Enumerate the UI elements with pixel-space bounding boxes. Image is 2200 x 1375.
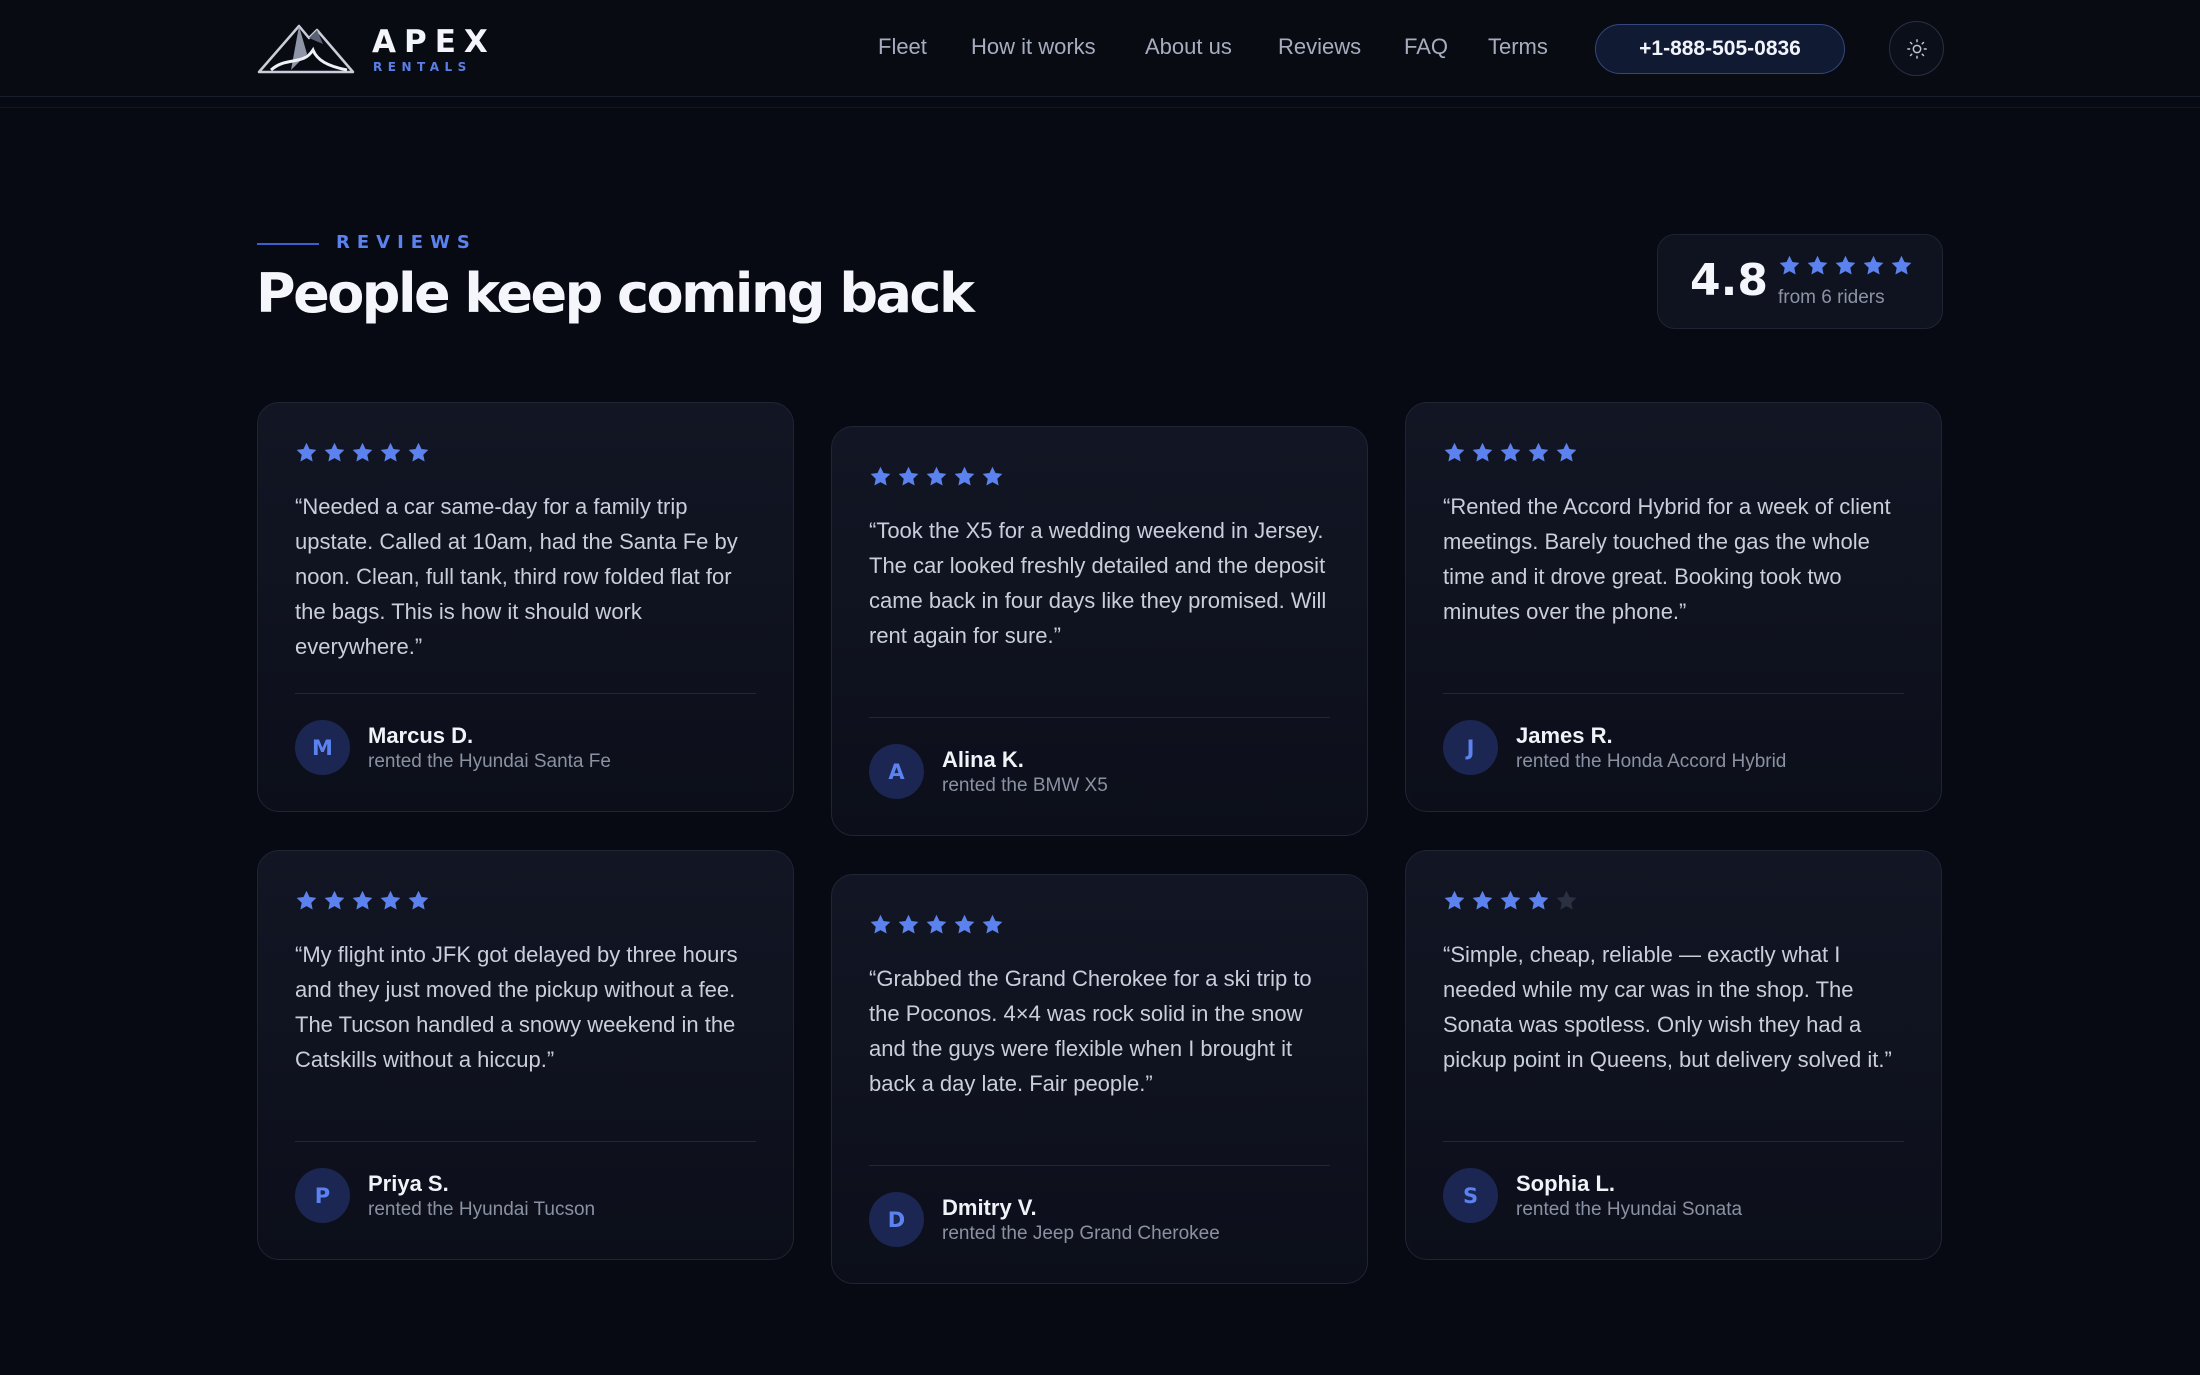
phone-button[interactable]: +1-888-505-0836: [1595, 24, 1845, 74]
star-filled-icon: [1779, 255, 1800, 275]
reviewer-name: Dmitry V.: [942, 1195, 1037, 1220]
rented-car: rented the Honda Accord Hybrid: [1516, 751, 1787, 772]
star-filled-icon: [1472, 442, 1493, 462]
avatar: D: [869, 1192, 924, 1247]
divider: [295, 1141, 756, 1142]
eyebrow-line: [257, 243, 319, 245]
star-filled-icon: [870, 466, 891, 486]
top-navigation: APEX RENTALS Fleet How it works About us…: [0, 0, 2200, 108]
nav-link-how-it-works[interactable]: How it works: [971, 34, 1096, 60]
review-card: “Simple, cheap, reliable — exactly what …: [1405, 850, 1942, 1260]
nav-link-terms[interactable]: Terms: [1488, 34, 1548, 60]
divider: [1443, 693, 1904, 694]
star-filled-icon: [380, 442, 401, 462]
rented-car: rented the Hyundai Tucson: [368, 1199, 596, 1220]
rented-car: rented the Hyundai Santa Fe: [368, 751, 611, 772]
review-quote: “Rented the Accord Hybrid for a week of …: [1443, 494, 1891, 624]
star-filled-icon: [1528, 890, 1549, 910]
rented-car: rented the Hyundai Sonata: [1516, 1199, 1743, 1220]
divider: [1443, 1141, 1904, 1142]
review-stars: [1443, 889, 1578, 912]
theme-toggle-button[interactable]: [1889, 21, 1944, 76]
star-filled-icon: [926, 466, 947, 486]
review-card: “Grabbed the Grand Cherokee for a ski tr…: [831, 874, 1368, 1284]
star-filled-icon: [1556, 442, 1577, 462]
star-filled-icon: [352, 890, 373, 910]
review-quote: “Simple, cheap, reliable — exactly what …: [1443, 942, 1892, 1072]
star-filled-icon: [1807, 255, 1828, 275]
review-stars: [295, 889, 430, 912]
brand-name: APEX: [372, 24, 496, 60]
avatar: S: [1443, 1168, 1498, 1223]
avatar: M: [295, 720, 350, 775]
star-filled-icon: [1500, 890, 1521, 910]
star-filled-icon: [926, 914, 947, 934]
star-filled-icon: [1835, 255, 1856, 275]
mountain-logo-icon: [257, 24, 355, 74]
star-filled-icon: [982, 914, 1003, 934]
star-filled-icon: [1891, 255, 1912, 275]
reviewer-name: James R.: [1516, 723, 1613, 748]
avatar: P: [295, 1168, 350, 1223]
star-filled-icon: [1528, 442, 1549, 462]
star-filled-icon: [898, 466, 919, 486]
section-eyebrow: REVIEWS: [336, 232, 477, 253]
star-filled-icon: [408, 442, 429, 462]
review-card: “My flight into JFK got delayed by three…: [257, 850, 794, 1260]
divider: [869, 1165, 1330, 1166]
reviewer-name: Alina K.: [942, 747, 1024, 772]
star-filled-icon: [1444, 442, 1465, 462]
star-filled-icon: [954, 914, 975, 934]
star-filled-icon: [870, 914, 891, 934]
brand-logo[interactable]: APEX RENTALS: [257, 20, 497, 76]
review-stars: [1443, 441, 1578, 464]
reviewer-name: Marcus D.: [368, 723, 474, 748]
divider: [869, 717, 1330, 718]
avatar: J: [1443, 720, 1498, 775]
sun-icon: [1906, 38, 1927, 59]
nav-link-faq[interactable]: FAQ: [1404, 34, 1448, 60]
star-filled-icon: [1444, 890, 1465, 910]
star-filled-icon: [352, 442, 373, 462]
review-card: “Rented the Accord Hybrid for a week of …: [1405, 402, 1942, 812]
review-card: “Needed a car same-day for a family trip…: [257, 402, 794, 812]
rented-car: rented the Jeep Grand Cherokee: [942, 1223, 1220, 1244]
star-filled-icon: [296, 442, 317, 462]
review-quote: “Grabbed the Grand Cherokee for a ski tr…: [869, 966, 1312, 1096]
review-quote: “Took the X5 for a wedding weekend in Je…: [869, 518, 1327, 648]
star-empty-icon: [1556, 890, 1577, 910]
rating-count: from 6 riders: [1778, 287, 1885, 308]
reviewer-name: Priya S.: [368, 1171, 449, 1196]
review-quote: “Needed a car same-day for a family trip…: [295, 494, 738, 659]
nav-link-about-us[interactable]: About us: [1145, 34, 1232, 60]
star-filled-icon: [1863, 255, 1884, 275]
review-card: “Took the X5 for a wedding weekend in Je…: [831, 426, 1368, 836]
star-filled-icon: [324, 442, 345, 462]
review-quote: “My flight into JFK got delayed by three…: [295, 942, 738, 1072]
review-stars: [869, 465, 1004, 488]
star-filled-icon: [324, 890, 345, 910]
divider: [295, 693, 756, 694]
reviewer-name: Sophia L.: [1516, 1171, 1615, 1196]
star-filled-icon: [408, 890, 429, 910]
star-filled-icon: [954, 466, 975, 486]
brand-tagline: RENTALS: [373, 60, 472, 74]
review-stars: [295, 441, 430, 464]
star-filled-icon: [296, 890, 317, 910]
star-filled-icon: [1472, 890, 1493, 910]
rented-car: rented the BMW X5: [942, 775, 1108, 796]
avatar: A: [869, 744, 924, 799]
nav-link-fleet[interactable]: Fleet: [878, 34, 927, 60]
star-filled-icon: [380, 890, 401, 910]
rating-score: 4.8: [1690, 255, 1768, 306]
star-filled-icon: [1500, 442, 1521, 462]
nav-link-reviews[interactable]: Reviews: [1278, 34, 1361, 60]
star-filled-icon: [898, 914, 919, 934]
rating-stars: [1778, 254, 1913, 277]
section-title: People keep coming back: [256, 262, 975, 325]
review-stars: [869, 913, 1004, 936]
rating-summary: 4.8 from 6 riders: [1657, 234, 1943, 329]
star-filled-icon: [982, 466, 1003, 486]
